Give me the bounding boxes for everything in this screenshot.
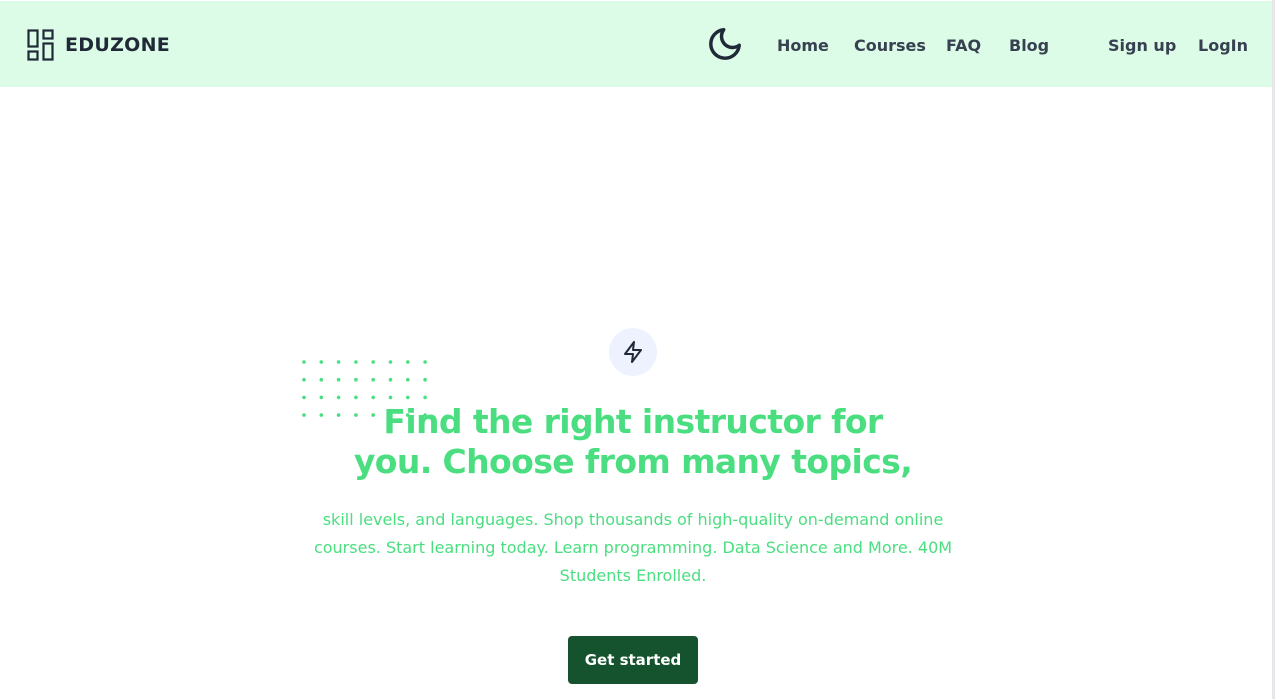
signup-link[interactable]: Sign up [1108,36,1176,55]
decoration-dot [354,360,358,364]
decoration-dot [354,395,358,400]
hero-headline-line2: you. Choose from many topics, [353,442,913,481]
lightning-icon [624,341,642,363]
decoration-dot [302,377,306,382]
hero-badge [609,328,657,376]
decoration-dot [302,360,306,364]
decoration-dot [319,395,324,400]
hero-description: skill levels, and languages. Shop thousa… [313,510,953,585]
nav-courses-link[interactable]: Courses [854,36,926,55]
decoration-dot [319,377,324,382]
brand-logo-link[interactable]: EDUZONE [27,29,170,61]
decoration-dot [423,360,427,364]
decoration-dot [388,395,393,400]
decoration-dot [319,360,324,364]
brand-name: EDUZONE [65,34,171,56]
get-started-button[interactable]: Get started [568,636,698,684]
decoration-dot [406,395,410,400]
decoration-dot [388,360,393,364]
decoration-dot [371,395,375,400]
decoration-dot [406,360,410,364]
top-navbar: EDUZONE Home Courses FAQ Blog Sign up Lo… [0,1,1272,87]
decoration-dot [371,377,375,382]
decoration-dot [423,377,427,382]
decoration-dot [336,360,341,364]
nav-faq-link[interactable]: FAQ [946,36,981,55]
nav-blog-link[interactable]: Blog [1009,36,1049,55]
decoration-dot [371,360,375,364]
decoration-dot [388,377,393,382]
decoration-dot [406,377,410,382]
decoration-dot [336,395,341,400]
decoration-dot [302,395,306,400]
dashboard-layout-icon [27,29,54,61]
hero-headline-line1: Find the right instructor for [383,402,883,441]
decoration-dot [336,377,341,382]
nav-home-link[interactable]: Home [777,36,829,55]
hero-headline: Find the right instructor for you. Choos… [300,402,966,482]
moon-icon[interactable] [706,25,744,63]
decoration-dot [354,377,358,382]
decoration-dot [423,395,427,400]
login-link[interactable]: LogIn [1198,36,1248,55]
